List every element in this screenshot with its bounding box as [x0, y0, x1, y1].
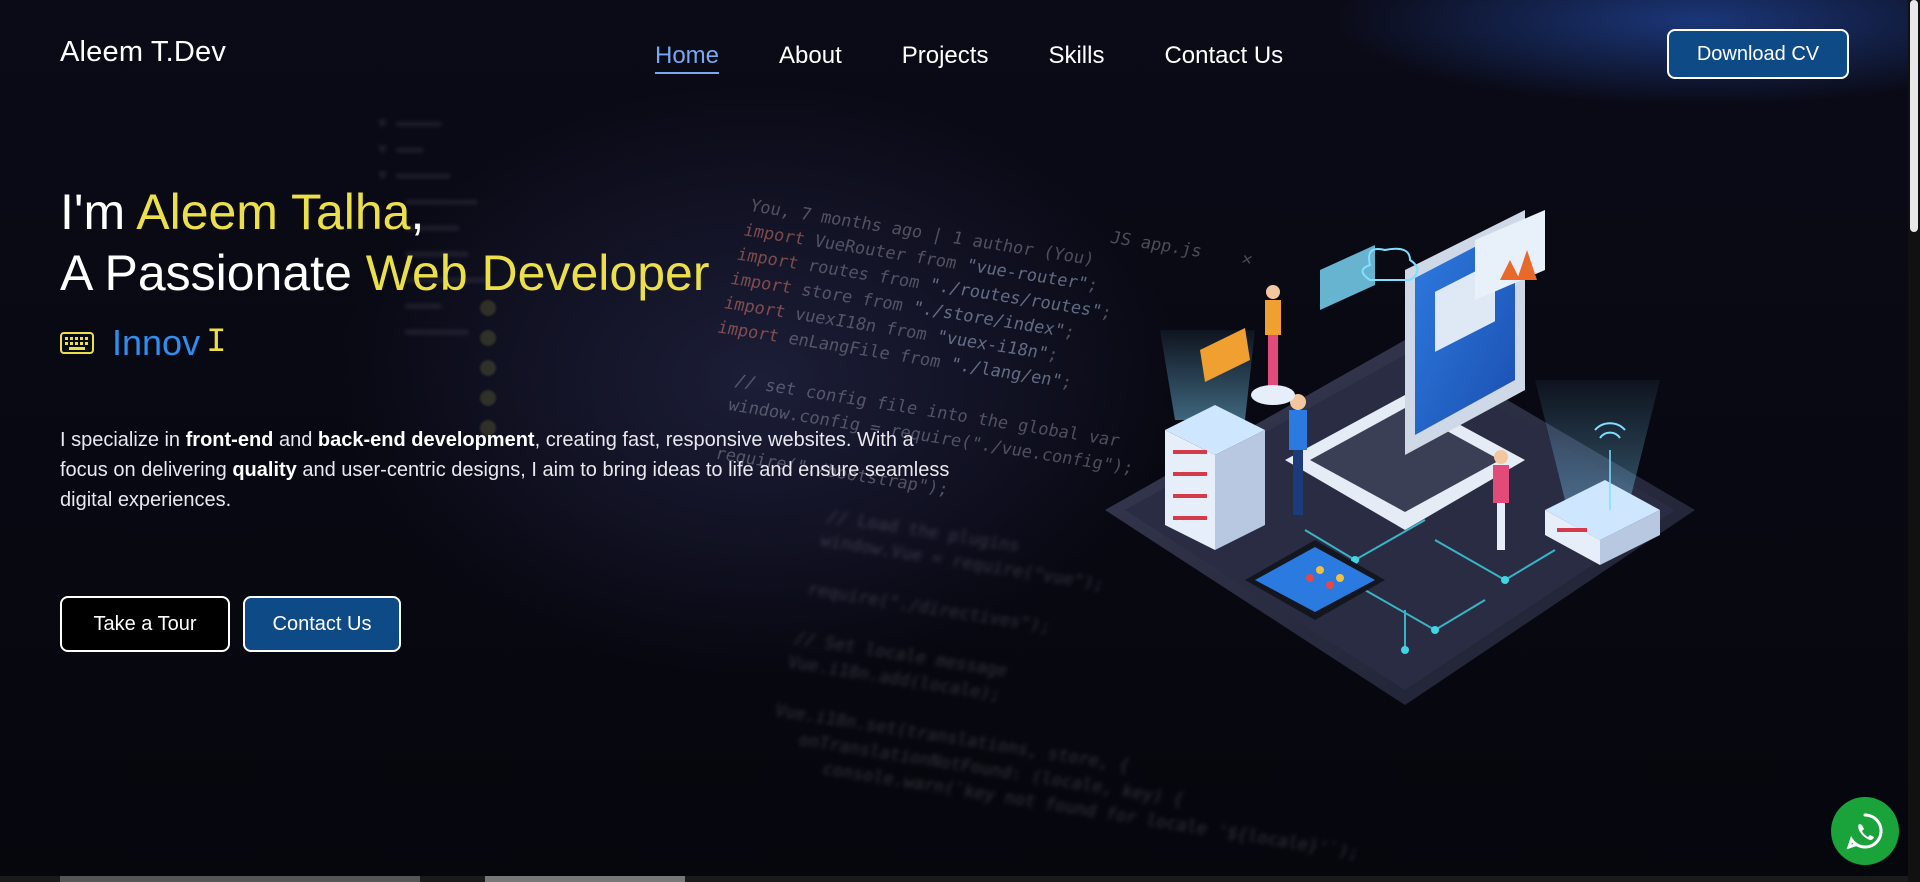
vertical-scrollbar[interactable] [1908, 0, 1920, 882]
download-cv-button[interactable]: Download CV [1667, 29, 1849, 79]
nav-skills[interactable]: Skills [1048, 42, 1104, 74]
text-cursor-icon: I [206, 324, 227, 362]
horizontal-scroll-indicator [0, 876, 1908, 882]
contact-us-button[interactable]: Contact Us [243, 596, 401, 652]
keyboard-icon [60, 332, 94, 354]
brand-logo[interactable]: Aleem T.Dev [60, 36, 226, 69]
typed-text: Innov I [60, 322, 226, 364]
nav-contact-us[interactable]: Contact Us [1164, 42, 1283, 74]
main-nav: Home About Projects Skills Contact Us [655, 42, 1283, 74]
hero-line2-prefix: A Passionate [60, 245, 366, 301]
hero-description: I specialize in front-end and back-end d… [60, 429, 950, 511]
whatsapp-icon [1846, 813, 1883, 850]
nav-about[interactable]: About [779, 42, 842, 74]
hero-line1-suffix: , [410, 184, 425, 240]
typed-word: Innov [112, 322, 201, 363]
hero-title: I'm Aleem Talha, A Passionate Web Develo… [60, 182, 709, 304]
nav-projects[interactable]: Projects [902, 42, 989, 74]
vertical-scrollbar-thumb[interactable] [1910, 0, 1918, 232]
take-a-tour-button[interactable]: Take a Tour [60, 596, 230, 652]
isometric-dev-illustration [1105, 210, 1695, 705]
whatsapp-button[interactable] [1831, 797, 1899, 865]
hero-role: Web Developer [365, 245, 710, 301]
hero-line1-prefix: I'm [60, 184, 137, 240]
hero-name: Aleem Talha [136, 184, 411, 240]
nav-home[interactable]: Home [655, 42, 720, 74]
